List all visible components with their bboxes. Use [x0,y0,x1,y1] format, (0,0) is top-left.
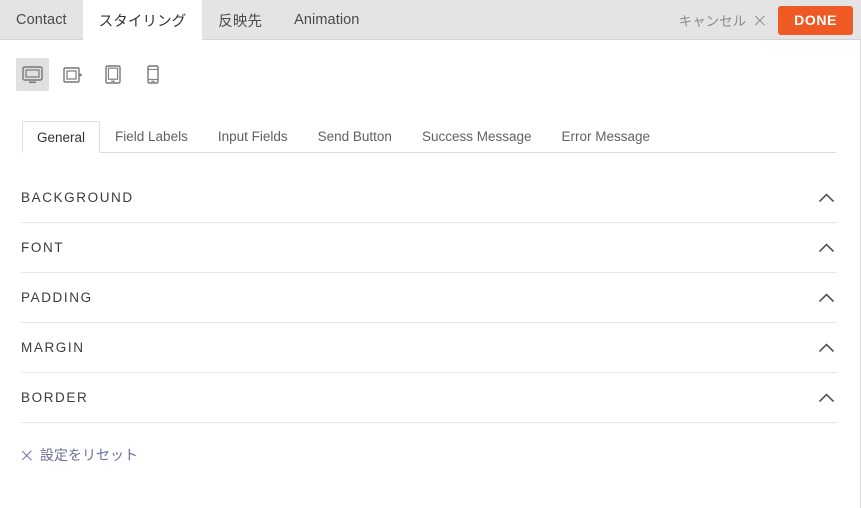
top-nav-item-2[interactable]: スタイリング [82,0,203,40]
section-title: MARGIN [21,340,85,355]
mobile-icon [146,65,159,84]
section-padding[interactable]: PADDING [21,273,837,323]
device-button-desktop[interactable] [16,58,49,91]
device-preview-toolbar [16,58,169,91]
done-button[interactable]: DONE [778,5,853,35]
section-title: BORDER [21,390,89,405]
chevron-up-icon[interactable] [817,189,835,207]
desktop-icon [22,65,43,84]
device-button-tablet[interactable] [96,58,129,91]
tab-field-labels[interactable]: Field Labels [100,120,203,152]
laptop-icon [62,66,83,84]
chevron-up-icon[interactable] [817,239,835,257]
chevron-up-icon[interactable] [817,389,835,407]
style-sections: BACKGROUND FONT PADDING MARGIN BORDER [21,173,837,423]
reset-settings-label: 設定をリセット [40,447,138,463]
styling-panel: Contact スタイリング 反映先 Animation キャンセル DONE Gen… [0,0,861,508]
top-header-bar: Contact スタイリング 反映先 Animation キャンセル DONE [0,0,861,40]
top-nav-item-4[interactable]: Animation [278,0,375,40]
cancel-button[interactable]: キャンセル [667,10,779,30]
device-button-laptop[interactable] [56,58,89,91]
tablet-icon [104,65,121,84]
tab-success-message[interactable]: Success Message [407,120,547,152]
chevron-up-icon[interactable] [817,339,835,357]
cancel-label: キャンセル [678,14,747,29]
close-icon [20,449,33,462]
top-nav-item-1[interactable]: Contact [0,0,83,40]
section-margin[interactable]: MARGIN [21,323,837,373]
section-title: PADDING [21,290,93,305]
chevron-up-icon[interactable] [817,289,835,307]
section-title: BACKGROUND [21,190,134,205]
reset-settings-link[interactable]: 設定をリセット [20,445,138,465]
section-background[interactable]: BACKGROUND [21,173,837,223]
tab-send-button[interactable]: Send Button [303,120,407,152]
close-icon [753,14,766,27]
tab-error-message[interactable]: Error Message [547,120,666,152]
top-nav: Contact スタイリング 反映先 Animation [0,0,375,40]
section-font[interactable]: FONT [21,223,837,273]
section-title: FONT [21,240,65,255]
top-bar-actions: キャンセル DONE [667,0,853,40]
styling-tabs: General Field Labels Input Fields Send Butt… [22,121,836,153]
tab-input-fields[interactable]: Input Fields [203,120,303,152]
top-nav-item-3[interactable]: 反映先 [202,0,278,40]
tab-general[interactable]: General [22,121,101,153]
section-border[interactable]: BORDER [21,373,837,423]
device-button-mobile[interactable] [136,58,169,91]
